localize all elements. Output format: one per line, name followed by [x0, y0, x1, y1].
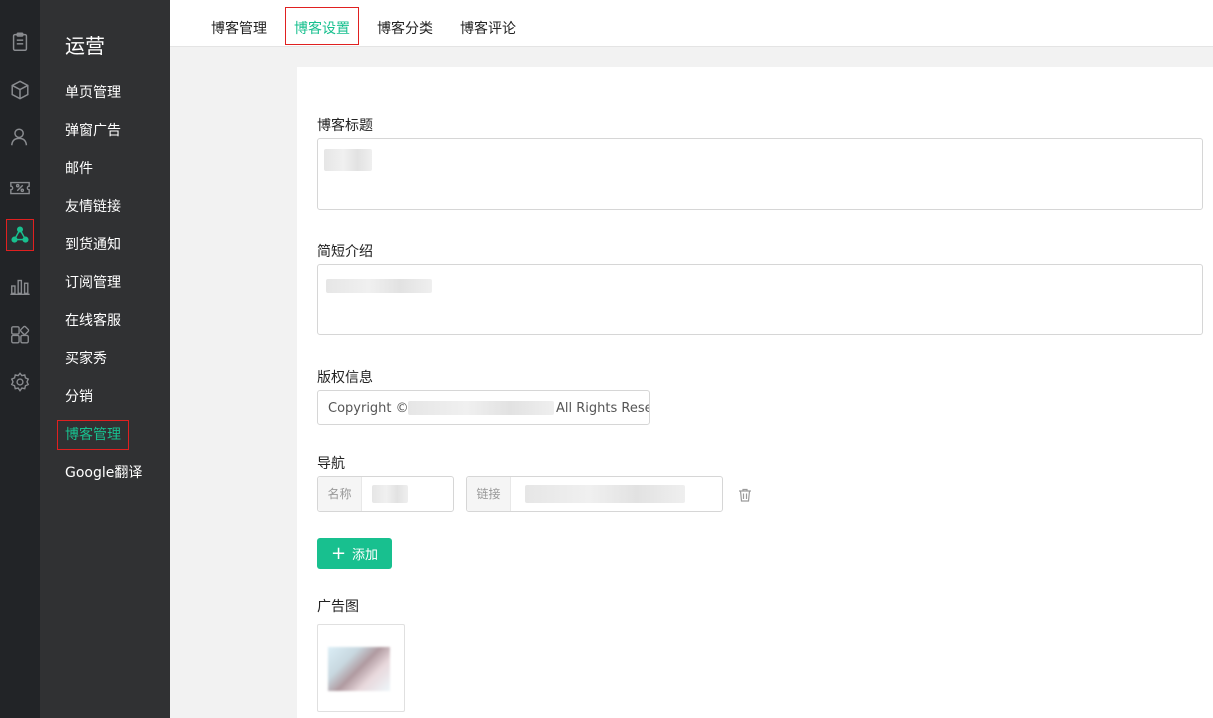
- trash-icon[interactable]: [737, 487, 753, 503]
- menu-item-popup-ad[interactable]: 弹窗广告: [65, 121, 121, 141]
- copyright-label: 版权信息: [317, 370, 373, 386]
- tab-blog-settings[interactable]: 博客设置: [285, 7, 359, 45]
- gear-icon[interactable]: [6, 366, 34, 398]
- menu-item-buyer-show[interactable]: 买家秀: [65, 349, 107, 369]
- ad-image-label: 广告图: [317, 599, 359, 615]
- user-icon[interactable]: [6, 121, 34, 153]
- settings-panel: 博客标题 简短介绍 版权信息 Copyright © All Rights Re…: [297, 67, 1213, 718]
- icon-rail: [0, 0, 40, 718]
- menu-item-blog-management[interactable]: 博客管理: [57, 420, 129, 450]
- menu-item-subscription[interactable]: 订阅管理: [65, 273, 121, 293]
- blog-title-input[interactable]: [317, 138, 1203, 210]
- menu-item-online-service[interactable]: 在线客服: [65, 311, 121, 331]
- menu-item-email[interactable]: 邮件: [65, 159, 93, 179]
- clipboard-icon[interactable]: [6, 26, 34, 58]
- copyright-prefix: Copyright ©: [328, 401, 409, 416]
- nav-name-input[interactable]: 名称: [317, 476, 454, 512]
- menu-item-google-translate[interactable]: Google翻译: [65, 463, 142, 483]
- redacted-value: [408, 401, 554, 415]
- plus-icon: +: [330, 542, 347, 564]
- ad-image-thumbnail[interactable]: [317, 624, 405, 712]
- menu-item-arrival-notice[interactable]: 到货通知: [65, 235, 121, 255]
- nav-link-input[interactable]: 链接: [466, 476, 723, 512]
- intro-textarea[interactable]: [317, 264, 1203, 335]
- nav-label: 导航: [317, 456, 345, 472]
- nav-link-prefix: 链接: [467, 477, 511, 511]
- add-nav-button[interactable]: + 添加: [317, 538, 392, 569]
- nav-name-prefix: 名称: [318, 477, 362, 511]
- intro-label: 简短介绍: [317, 244, 373, 260]
- menu-item-distribution[interactable]: 分销: [65, 387, 93, 407]
- add-button-label: 添加: [352, 548, 379, 563]
- tab-blog-categories[interactable]: 博客分类: [377, 18, 433, 38]
- box-icon[interactable]: [6, 74, 34, 106]
- redacted-value: [326, 279, 432, 293]
- tab-blog-management[interactable]: 博客管理: [211, 18, 267, 38]
- chart-icon[interactable]: [6, 270, 34, 302]
- blog-title-label: 博客标题: [317, 118, 373, 134]
- redacted-value: [372, 485, 408, 503]
- tab-bar: 博客管理 博客设置 博客分类 博客评论: [170, 0, 1213, 47]
- copyright-input[interactable]: Copyright © All Rights Rese: [317, 390, 650, 425]
- copyright-suffix: All Rights Rese: [556, 401, 650, 416]
- menu-item-friend-links[interactable]: 友情链接: [65, 197, 121, 217]
- apps-icon[interactable]: [6, 319, 34, 351]
- submenu: 运营 单页管理 弹窗广告 邮件 友情链接 到货通知 订阅管理 在线客服 买家秀 …: [40, 0, 170, 718]
- share-icon[interactable]: [6, 219, 34, 251]
- menu-item-single-page[interactable]: 单页管理: [65, 83, 121, 103]
- tab-blog-comments[interactable]: 博客评论: [460, 18, 516, 38]
- redacted-value: [525, 485, 685, 503]
- submenu-title: 运营: [65, 34, 105, 58]
- redacted-value: [324, 149, 372, 171]
- redacted-image: [328, 647, 390, 691]
- coupon-icon[interactable]: [6, 172, 34, 204]
